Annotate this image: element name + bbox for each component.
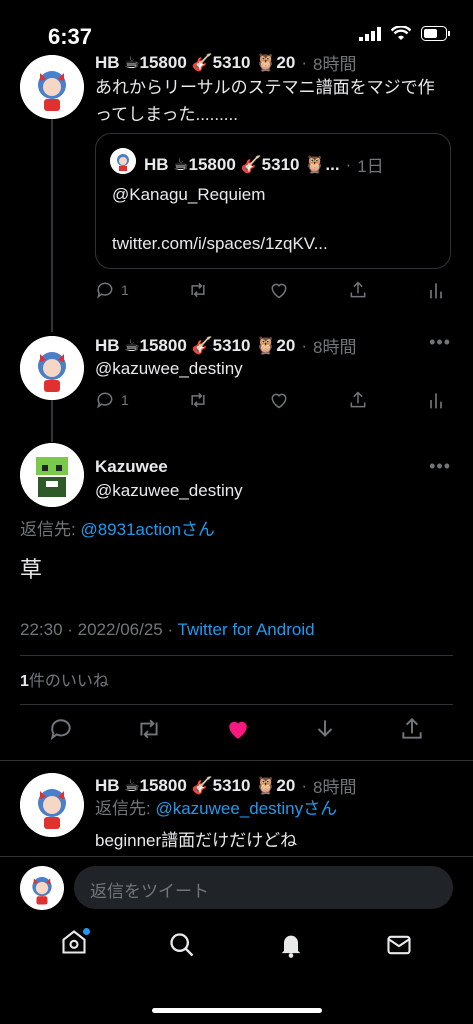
tweet-actions: 1 [95,280,445,300]
tweet-timestamp: 22:30 · 2022/06/25 · [20,620,178,639]
status-icons [359,26,451,41]
thread-line-2 [51,400,53,442]
more-options-button[interactable]: ••• [429,456,451,477]
avatar[interactable] [20,336,84,400]
reply-button[interactable]: 1 [95,280,129,300]
bookmark-download-icon[interactable] [312,716,338,742]
avatar[interactable] [20,55,84,119]
tweet-text-line: あれからリーサルのステマニ譜面をマジで作 [95,78,435,97]
divider [0,760,473,761]
tab-home[interactable] [60,928,91,961]
analytics-button[interactable] [427,280,445,300]
divider [20,655,453,656]
tweet-text: あれからリーサルのステマニ譜面をマジで作 ってしまった......... [95,74,435,128]
divider [20,704,453,705]
reply-label: 返信先: [20,520,76,539]
reply-count: 1 [121,392,129,408]
reply-input[interactable]: 返信をツイート [74,866,453,909]
analytics-button[interactable] [427,390,445,410]
search-icon[interactable] [168,931,196,959]
share-icon [351,391,366,408]
reply-context: 返信先: @8931actionさん [20,516,215,543]
composer-avatar [20,866,64,910]
signal-icon [359,26,381,41]
author-name[interactable]: Kazuwee [95,457,168,477]
home-indicator [152,1008,322,1013]
tweet-header: HB ☕15800 🎸5310 🦉20 · 8時間 [95,50,356,75]
reply-to-link[interactable]: @8931actionさん [80,520,214,539]
avatar[interactable] [20,773,84,837]
mention-link[interactable]: @kazuwee_destiny [95,355,243,382]
quoted-avatar [110,148,136,174]
reply-label: 返信先: [95,799,151,818]
reply-icon [97,282,113,299]
heart-icon [271,283,287,299]
quoted-author-name: HB ☕15800 🎸5310 🦉... [144,154,340,174]
thread-line [51,118,53,332]
analytics-icon [430,393,442,409]
avatar[interactable] [20,443,84,507]
analytics-icon [430,283,442,299]
reply-icon [97,392,113,409]
share-button[interactable] [348,280,368,300]
quoted-link: twitter.com/i/spaces/1zqKV... [112,234,328,253]
like-button[interactable] [268,390,290,410]
status-time: 6:37 [48,24,93,49]
retweet-button[interactable] [187,390,209,410]
heart-filled-icon[interactable] [224,716,252,742]
quoted-time: 1日 [357,157,384,176]
notification-dot [83,928,91,935]
reply-suffix: さん [303,799,338,818]
retweet-icon [191,392,205,408]
reply-icon[interactable] [48,716,74,742]
tweet-source[interactable]: Twitter for Android [178,620,315,639]
author-handle[interactable]: @kazuwee_destiny [95,477,243,504]
share-icon [351,281,366,298]
author-name[interactable]: HB ☕15800 🎸5310 🦉20 [95,336,295,356]
quoted-header: HB ☕15800 🎸5310 🦉... · 1日 [144,152,384,177]
likes-summary[interactable]: 1件のいいね [20,668,109,695]
likes-label: 件のいいね [28,673,109,690]
bell-icon[interactable] [277,931,305,959]
share-icon[interactable] [399,716,425,742]
tweet-text-line: ってしまった......... [95,105,238,124]
reply-button[interactable]: 1 [95,390,129,410]
likes-count: 1 [20,673,29,690]
main-tweet-actions [48,716,425,742]
mail-icon[interactable] [385,931,413,959]
tweet-meta: 22:30 · 2022/06/25 · Twitter for Android [20,616,315,643]
like-button[interactable] [268,280,290,300]
quoted-tweet[interactable]: HB ☕15800 🎸5310 🦉... · 1日 @Kanagu_Requie… [95,133,451,269]
tweet-time: 8時間 [312,55,357,74]
main-tweet-text: 草 [20,557,43,582]
reply-to-link[interactable]: @kazuwee_destiny [155,799,303,818]
retweet-icon[interactable] [135,716,163,742]
retweet-button[interactable] [187,280,209,300]
battery-icon [421,26,450,41]
tweet-actions: 1 [95,390,445,410]
share-button[interactable] [348,390,368,410]
tweet-time: 8時間 [312,338,357,357]
reply-count: 1 [121,282,129,298]
wifi-icon [391,26,411,40]
quoted-mention: @Kanagu_Requiem [112,185,266,204]
tab-bar [0,928,473,961]
reply-context: 返信先: @kazuwee_destinyさん [95,795,337,822]
heart-icon [271,393,287,409]
author-name[interactable]: HB ☕15800 🎸5310 🦉20 [95,53,295,73]
main-author[interactable]: Kazuwee [95,457,168,477]
more-options-button[interactable]: ••• [429,332,451,353]
divider [0,856,473,857]
retweet-icon [191,282,205,298]
author-name[interactable]: HB ☕15800 🎸5310 🦉20 [95,776,295,796]
tweet-text: beginner譜面だけだけどね [95,831,298,850]
